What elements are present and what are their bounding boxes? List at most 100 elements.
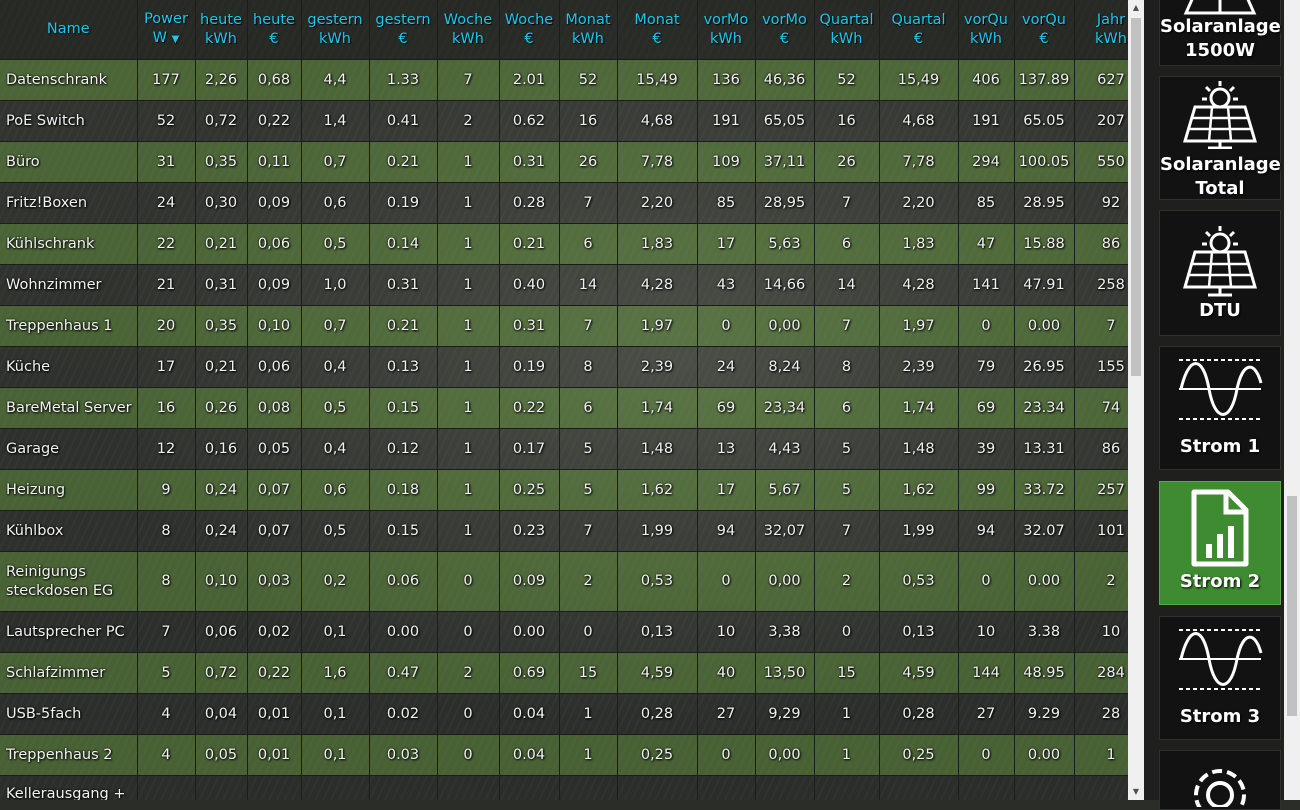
table-row[interactable]: Kühlschrank 22 0,21 0,06 0,5 0.14 1 0.21 6 1,83 17…: [0, 223, 1128, 265]
value-cell: 23.34: [1014, 387, 1075, 429]
sidebar-scrollbar[interactable]: [1284, 0, 1300, 800]
value-cell: 5,63: [755, 223, 815, 265]
table-row[interactable]: Wohnzimmer 21 0,31 0,09 1,0 0.31 1 0.40 14 4,28 43…: [0, 264, 1128, 306]
value-cell: 31: [137, 141, 196, 183]
device-name-cell: Wohnzimmer: [0, 264, 138, 306]
value-cell: 0.00: [1014, 551, 1075, 612]
value-cell: 0.00: [1014, 305, 1075, 347]
scrollbar-thumb[interactable]: [1131, 18, 1141, 376]
column-header-9[interactable]: Monat €: [617, 0, 698, 60]
value-cell: 0,00: [755, 551, 815, 612]
value-cell: 7: [814, 182, 880, 224]
tile-strom-1[interactable]: Strom 1: [1159, 346, 1281, 470]
table-row[interactable]: Reinigungs steckdosen EG 8 0,10 0,03 0,2 0.06…: [0, 551, 1128, 612]
tile-dtu[interactable]: DTU: [1159, 210, 1281, 336]
table-row[interactable]: Datenschrank 177 2,26 0,68 4,4 1.33 7 2.01 52 15,…: [0, 59, 1128, 101]
table-row[interactable]: Kühlbox 8 0,24 0,07 0,5 0.15 1 0.23 7 1,99 94 32,07…: [0, 510, 1128, 552]
value-cell: 1: [559, 693, 618, 735]
device-name-cell: Kellerausgang +: [0, 775, 138, 800]
device-name-cell: Garage: [0, 428, 138, 470]
value-cell: 2,39: [879, 346, 959, 388]
column-header-unit: kWh: [970, 30, 1002, 47]
value-cell: 0,13: [879, 611, 959, 653]
device-name-cell: Büro: [0, 141, 138, 183]
table-row[interactable]: Lautsprecher PC 7 0,06 0,02 0,1 0.00 0 0.00 0 0,1…: [0, 611, 1128, 653]
table-row[interactable]: Küche 17 0,21 0,06 0,4 0.13 1 0.19 8 2,39 24 8,24 8 2…: [0, 346, 1128, 388]
table-row[interactable]: Fritz!Boxen 24 0,30 0,09 0,6 0.19 1 0.28 7 2,20 85…: [0, 182, 1128, 224]
value-cell: 0.18: [369, 469, 438, 511]
value-cell: 0.02: [369, 693, 438, 735]
column-header-11[interactable]: vorMo €: [755, 0, 815, 60]
table-row[interactable]: Schlafzimmer 5 0,72 0,22 1,6 0.47 2 0.69 15 4,59 4…: [0, 652, 1128, 694]
table-scrollbar[interactable]: ▲ ▼: [1128, 0, 1144, 800]
tile-solaranlage-1500w[interactable]: Solaranlage 1500W: [1159, 0, 1281, 66]
value-cell: 0,21: [195, 346, 248, 388]
value-cell: 1,6: [301, 652, 370, 694]
value-cell: 5: [559, 469, 618, 511]
column-header-7[interactable]: Woche €: [499, 0, 560, 60]
value-cell: 65,05: [755, 100, 815, 142]
column-header-label: vorMo: [762, 11, 807, 28]
scroll-down-arrow-icon[interactable]: ▼: [1128, 784, 1144, 800]
value-cell: [1074, 775, 1128, 800]
table-row[interactable]: Treppenhaus 1 20 0,35 0,10 0,7 0.21 1 0.31 7 1,97…: [0, 305, 1128, 347]
table-row[interactable]: BareMetal Server 16 0,26 0,08 0,5 0.15 1 0.22 6 1…: [0, 387, 1128, 429]
value-cell: 0,5: [301, 387, 370, 429]
value-cell: 10: [1074, 611, 1128, 653]
sidebar-scrollbar-thumb[interactable]: [1287, 496, 1297, 716]
value-cell: 6: [559, 223, 618, 265]
table-row[interactable]: Büro 31 0,35 0,11 0,7 0.21 1 0.31 26 7,78 109 37,11…: [0, 141, 1128, 183]
column-header-5[interactable]: gestern €: [369, 0, 438, 60]
tile-settings[interactable]: [1159, 750, 1281, 810]
column-header-16[interactable]: Jahr kWh: [1074, 0, 1128, 60]
column-header-13[interactable]: Quartal €: [879, 0, 959, 60]
value-cell: 1,48: [879, 428, 959, 470]
tile-solaranlage-total[interactable]: Solaranlage Total: [1159, 76, 1281, 200]
value-cell: 0: [437, 551, 500, 612]
scroll-up-arrow-icon[interactable]: ▲: [1128, 0, 1144, 16]
column-header-0[interactable]: Name: [0, 0, 138, 60]
value-cell: 0,05: [247, 428, 302, 470]
value-cell: 74: [1074, 387, 1128, 429]
table-row[interactable]: Garage 12 0,16 0,05 0,4 0.12 1 0.17 5 1,48 13 4,43 5…: [0, 428, 1128, 470]
column-header-1[interactable]: Power W ▼: [137, 0, 196, 60]
value-cell: 0: [958, 551, 1015, 612]
device-name-cell: BareMetal Server: [0, 387, 138, 429]
table-row[interactable]: Heizung 9 0,24 0,07 0,6 0.18 1 0.25 5 1,62 17 5,67 5…: [0, 469, 1128, 511]
column-header-6[interactable]: Woche kWh: [437, 0, 500, 60]
value-cell: 1: [814, 693, 880, 735]
column-header-14[interactable]: vorQu kWh: [958, 0, 1015, 60]
device-name-cell: Datenschrank: [0, 59, 138, 101]
table-row[interactable]: Kellerausgang +: [0, 775, 1128, 800]
column-header-10[interactable]: vorMo kWh: [697, 0, 756, 60]
column-header-2[interactable]: heute kWh: [195, 0, 248, 60]
value-cell: 101: [1074, 510, 1128, 552]
value-cell: 24: [137, 182, 196, 224]
table-row[interactable]: USB-5fach 4 0,04 0,01 0,1 0.02 0 0.04 1 0,28 27 9,2…: [0, 693, 1128, 735]
value-cell: 2: [559, 551, 618, 612]
column-header-label: Woche: [504, 11, 554, 28]
column-header-8[interactable]: Monat kWh: [559, 0, 618, 60]
value-cell: 0: [697, 305, 756, 347]
tile-label: Solaranlage 1500W: [1160, 16, 1281, 61]
value-cell: 0,04: [195, 693, 248, 735]
table-row[interactable]: PoE Switch 52 0,72 0,22 1,4 0.41 2 0.62 16 4,68 19…: [0, 100, 1128, 142]
value-cell: 1,97: [879, 305, 959, 347]
device-name-cell: Treppenhaus 1: [0, 305, 138, 347]
column-header-15[interactable]: vorQu €: [1014, 0, 1075, 60]
value-cell: 6: [814, 223, 880, 265]
table-row[interactable]: Treppenhaus 2 4 0,05 0,01 0,1 0.03 0 0.04 1 0,25 0…: [0, 734, 1128, 776]
value-cell: 86: [1074, 428, 1128, 470]
tile-strom-3[interactable]: Strom 3: [1159, 616, 1281, 740]
value-cell: 0,07: [247, 469, 302, 511]
column-header-12[interactable]: Quartal kWh: [814, 0, 880, 60]
value-cell: 7: [814, 510, 880, 552]
column-header-3[interactable]: heute €: [247, 0, 302, 60]
value-cell: 0,68: [247, 59, 302, 101]
tile-label: Solaranlage Total: [1160, 154, 1281, 199]
value-cell: 52: [137, 100, 196, 142]
value-cell: 1: [437, 141, 500, 183]
sine-wave-icon: [1179, 629, 1263, 690]
column-header-4[interactable]: gestern kWh: [301, 0, 370, 60]
tile-strom-2[interactable]: Strom 2: [1159, 481, 1281, 605]
